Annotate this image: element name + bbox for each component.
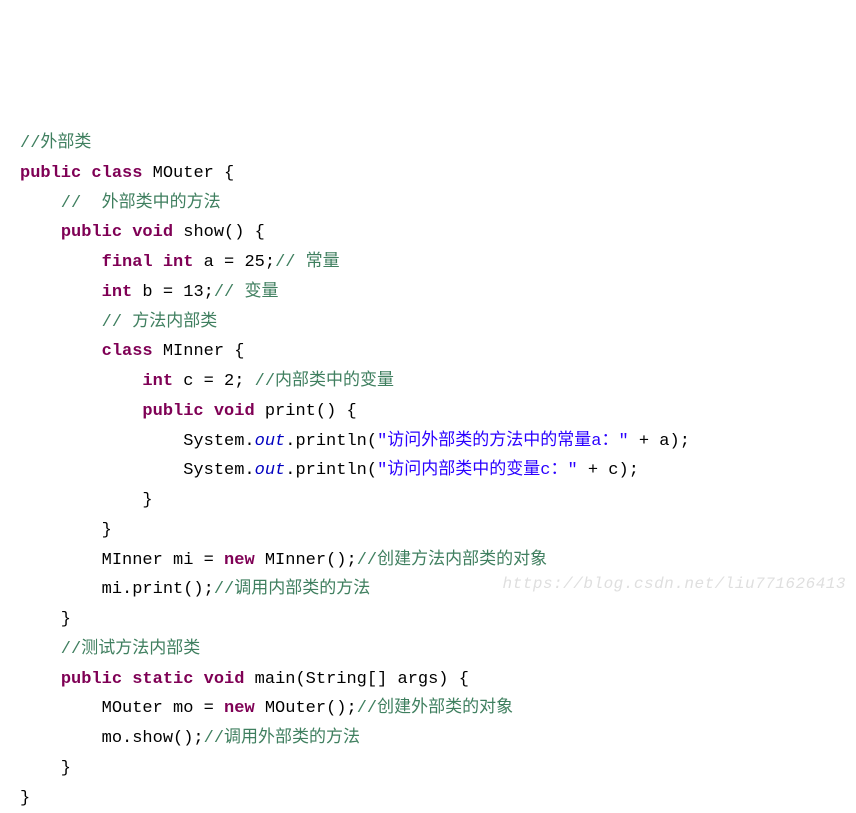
keyword: void <box>204 670 245 689</box>
comment: //调用外部类的方法 <box>204 729 360 748</box>
keyword: static <box>132 670 193 689</box>
code-text: .println( <box>285 461 377 480</box>
keyword: public <box>61 223 122 242</box>
keyword: int <box>142 372 173 391</box>
code-text: mo.show(); <box>20 729 204 748</box>
code-text: MOuter(); <box>255 699 357 718</box>
keyword: class <box>102 342 153 361</box>
keyword: final <box>102 253 153 272</box>
keyword: public <box>61 670 122 689</box>
keyword: int <box>102 283 133 302</box>
comment: //测试方法内部类 <box>20 640 200 659</box>
keyword: void <box>132 223 173 242</box>
code-text: System. <box>20 461 255 480</box>
code-text: b = 13; <box>132 283 214 302</box>
watermark: https://blog.csdn.net/liu771626413 <box>503 570 846 598</box>
comment: //创建外部类的对象 <box>357 699 513 718</box>
comment: // 常量 <box>275 253 340 272</box>
string-literal: "访问外部类的方法中的常量a：" <box>377 432 629 451</box>
keyword: int <box>163 253 194 272</box>
code-text: main(String[] args) { <box>244 670 468 689</box>
keyword: new <box>224 551 255 570</box>
code-text: mi.print(); <box>20 580 214 599</box>
code-text: MOuter { <box>142 164 234 183</box>
comment: // 外部类中的方法 <box>20 194 221 213</box>
field-ref: out <box>255 432 286 451</box>
code-text: System. <box>20 432 255 451</box>
code-text: MInner { <box>153 342 245 361</box>
comment: //内部类中的变量 <box>255 372 394 391</box>
code-text: } <box>20 759 71 778</box>
code-text: c = 2; <box>173 372 255 391</box>
code-text: } <box>20 789 30 808</box>
keyword: new <box>224 699 255 718</box>
comment: //调用内部类的方法 <box>214 580 370 599</box>
string-literal: "访问内部类中的变量c：" <box>377 461 578 480</box>
code-text: a = 25; <box>193 253 275 272</box>
comment: //外部类 <box>20 134 91 153</box>
code-text: MInner mi = <box>20 551 224 570</box>
comment: //创建方法内部类的对象 <box>357 551 547 570</box>
keyword: class <box>91 164 142 183</box>
code-text: show() { <box>173 223 265 242</box>
keyword: void <box>214 402 255 421</box>
keyword: public <box>142 402 203 421</box>
keyword: public <box>20 164 81 183</box>
code-text: MOuter mo = <box>20 699 224 718</box>
code-text: print() { <box>255 402 357 421</box>
field-ref: out <box>255 461 286 480</box>
code-text: MInner(); <box>255 551 357 570</box>
comment: // 变量 <box>214 283 279 302</box>
comment: // 方法内部类 <box>20 313 217 332</box>
code-text: + c); <box>578 461 639 480</box>
code-text: + a); <box>629 432 690 451</box>
code-text: } <box>20 491 153 510</box>
code-text: } <box>20 610 71 629</box>
code-text: .println( <box>285 432 377 451</box>
code-text: } <box>20 521 112 540</box>
